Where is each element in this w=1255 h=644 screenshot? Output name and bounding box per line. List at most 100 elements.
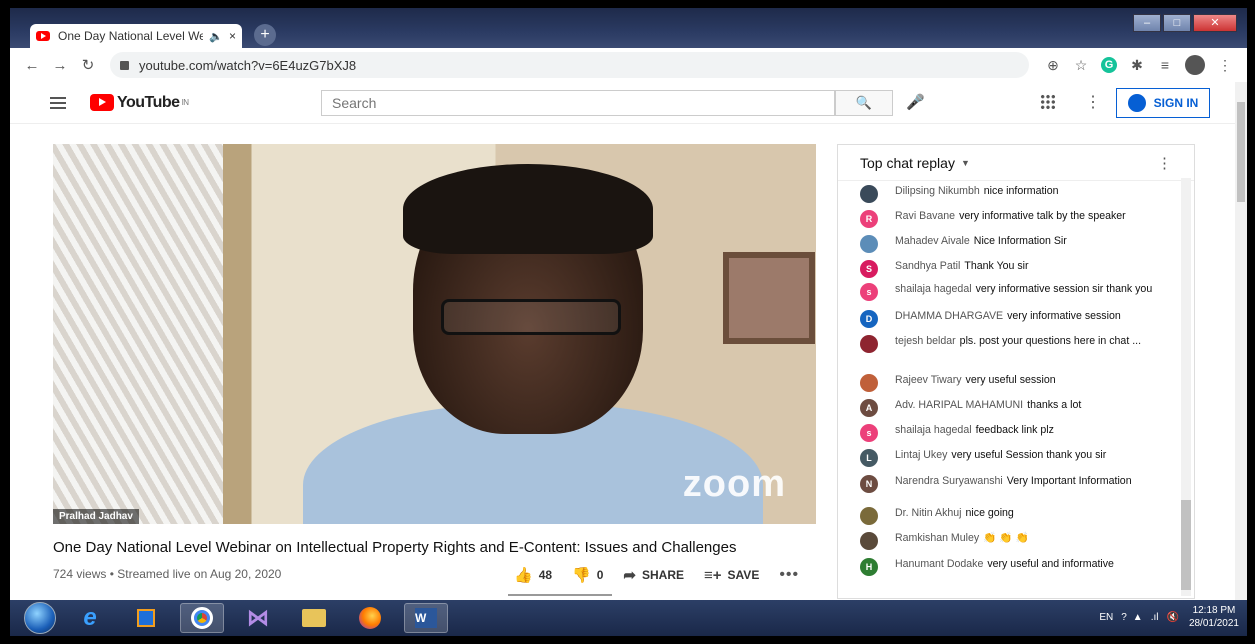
chat-avatar[interactable]: R (860, 210, 878, 228)
clock[interactable]: 12:18 PM 28/01/2021 (1189, 604, 1239, 630)
url-text: youtube.com/watch?v=6E4uzG7bXJ8 (139, 57, 357, 73)
visual-studio-icon[interactable]: ⋈ (236, 603, 280, 633)
chat-message: D DHAMMA DHARGAVE very informative session (838, 310, 1182, 328)
minimize-button[interactable]: – (1133, 14, 1161, 32)
chat-avatar[interactable] (860, 185, 878, 203)
chat-author[interactable]: shailaja hagedal (895, 424, 972, 436)
chat-author[interactable]: tejesh beldar (895, 335, 956, 347)
star-icon[interactable]: ☆ (1067, 57, 1095, 74)
chat-text: pls. post your questions here in chat ..… (959, 335, 1142, 347)
firefox-icon[interactable] (348, 603, 392, 633)
save-playlist-icon: ≡+ (704, 566, 722, 584)
chat-avatar[interactable] (860, 335, 878, 353)
tab-close-button[interactable]: × (229, 29, 236, 43)
chat-text: very informative session (1007, 310, 1121, 322)
chevron-down-icon[interactable]: ▼ (961, 158, 970, 168)
chrome-icon[interactable] (180, 603, 224, 633)
chat-message: Dr. Nitin Akhuj nice going (838, 507, 1182, 525)
sign-in-button[interactable]: SIGN IN (1116, 88, 1210, 118)
live-chat-panel: Top chat replay ▼ ⋮ Dilipsing Nikumbh nic… (837, 144, 1195, 599)
chat-scroll-thumb[interactable] (1181, 500, 1191, 590)
youtube-logo[interactable]: YouTube IN (90, 94, 189, 112)
url-field[interactable]: youtube.com/watch?v=6E4uzG7bXJ8 (110, 52, 1029, 78)
tray-arrow-icon[interactable]: ▲ (1133, 612, 1143, 623)
chat-author[interactable]: Lintaj Ukey (895, 449, 947, 461)
close-window-button[interactable]: ✕ (1193, 14, 1237, 32)
back-icon[interactable]: ← (18, 57, 46, 74)
youtube-logo-text: YouTube (117, 93, 180, 111)
internet-explorer-icon[interactable]: e (68, 603, 112, 633)
chat-avatar[interactable] (860, 532, 878, 550)
video-player[interactable]: zoom Pralhad Jadhav (53, 144, 816, 524)
chat-options-icon[interactable]: ⋮ (1157, 154, 1172, 172)
chat-avatar[interactable]: s (860, 424, 878, 442)
chat-avatar[interactable] (860, 374, 878, 392)
page-scroll-thumb[interactable] (1237, 102, 1245, 202)
volume-muted-icon[interactable]: 🔇 (1166, 612, 1178, 623)
browser-menu-icon[interactable]: ⋮ (1211, 57, 1239, 74)
chat-avatar[interactable]: s (860, 283, 878, 301)
chat-avatar[interactable]: A (860, 399, 878, 417)
extensions-puzzle-icon[interactable]: ✱ (1123, 57, 1151, 74)
video-actions: 👍 48 👎 0 ➦ SHARE ≡+ SAVE ••• (514, 566, 799, 584)
media-player-icon[interactable] (124, 603, 168, 633)
reload-icon[interactable]: ↻ (74, 56, 102, 74)
start-button[interactable] (24, 602, 56, 634)
more-actions-button[interactable]: ••• (779, 566, 799, 584)
chat-header[interactable]: Top chat replay ▼ ⋮ (838, 145, 1194, 181)
search-input[interactable] (321, 90, 835, 116)
network-signal-icon[interactable]: .ıl (1151, 612, 1159, 623)
like-count: 48 (538, 568, 553, 582)
like-ratio-bar (508, 594, 612, 596)
install-icon[interactable]: ⊕ (1039, 57, 1067, 74)
speaker-icon[interactable]: 🔈 (209, 30, 223, 43)
chat-author[interactable]: Hanumant Dodake (895, 558, 983, 570)
chat-avatar[interactable]: D (860, 310, 878, 328)
word-icon[interactable]: W (404, 603, 448, 633)
chat-author[interactable]: shailaja hagedal (895, 283, 972, 295)
chat-author[interactable]: Sandhya Patil (895, 260, 960, 272)
dislike-button[interactable]: 👎 0 (572, 566, 603, 584)
chat-avatar[interactable] (860, 235, 878, 253)
chat-author[interactable]: Mahadev Aivale (895, 235, 970, 247)
chat-author[interactable]: Ramkishan Muley (895, 532, 979, 544)
grammarly-icon[interactable]: G (1101, 57, 1117, 73)
browser-tab[interactable]: One Day National Level Web 🔈 × (30, 24, 242, 48)
youtube-play-icon (90, 94, 114, 111)
hamburger-menu-icon[interactable] (50, 96, 66, 109)
share-label: SHARE (642, 568, 685, 582)
chat-author[interactable]: Ravi Bavane (895, 210, 955, 222)
microphone-icon[interactable]: 🎤 (906, 93, 925, 111)
chat-avatar[interactable]: S (860, 260, 878, 278)
chat-avatar[interactable] (860, 507, 878, 525)
maximize-button[interactable]: □ (1163, 14, 1191, 32)
chat-author[interactable]: DHAMMA DHARGAVE (895, 310, 1003, 322)
windows-taskbar: e ⋈ W EN ? ▲ .ıl 🔇 12:18 PM 28/01/2021 (10, 600, 1247, 636)
file-explorer-icon[interactable] (292, 603, 336, 633)
system-tray: EN ? ▲ .ıl 🔇 12:18 PM 28/01/2021 (1099, 604, 1239, 630)
chat-author[interactable]: Narendra Suryawanshi (895, 475, 1003, 487)
chat-author[interactable]: Dilipsing Nikumbh (895, 185, 980, 197)
chat-text: very useful session (965, 374, 1056, 386)
chat-author[interactable]: Rajeev Tiwary (895, 374, 962, 386)
share-button[interactable]: ➦ SHARE (623, 566, 684, 584)
chat-avatar[interactable]: H (860, 558, 878, 576)
chat-message: AAdv. HARIPAL MAHAMUNIthanks a lot⋮ (838, 398, 1190, 417)
chat-author[interactable]: Adv. HARIPAL MAHAMUNI (895, 399, 1023, 411)
search-button[interactable]: 🔍 (835, 90, 893, 116)
forward-icon[interactable]: → (46, 57, 74, 74)
help-icon[interactable]: ? (1121, 612, 1127, 623)
apps-grid-icon[interactable] (1040, 94, 1056, 110)
language-indicator[interactable]: EN (1099, 612, 1113, 623)
new-tab-button[interactable]: + (254, 24, 276, 46)
reading-list-icon[interactable]: ≡ (1151, 57, 1179, 73)
chat-author[interactable]: Dr. Nitin Akhuj (895, 507, 962, 519)
thumbs-down-icon: 👎 (572, 567, 591, 584)
chat-avatar[interactable]: N (860, 475, 878, 493)
page-scrollbar[interactable] (1235, 82, 1247, 600)
profile-icon[interactable] (1185, 55, 1205, 75)
settings-more-icon[interactable]: ⋮ (1085, 92, 1101, 112)
save-button[interactable]: ≡+ SAVE (704, 567, 759, 584)
chat-avatar[interactable]: L (860, 449, 878, 467)
like-button[interactable]: 👍 48 (514, 566, 552, 584)
